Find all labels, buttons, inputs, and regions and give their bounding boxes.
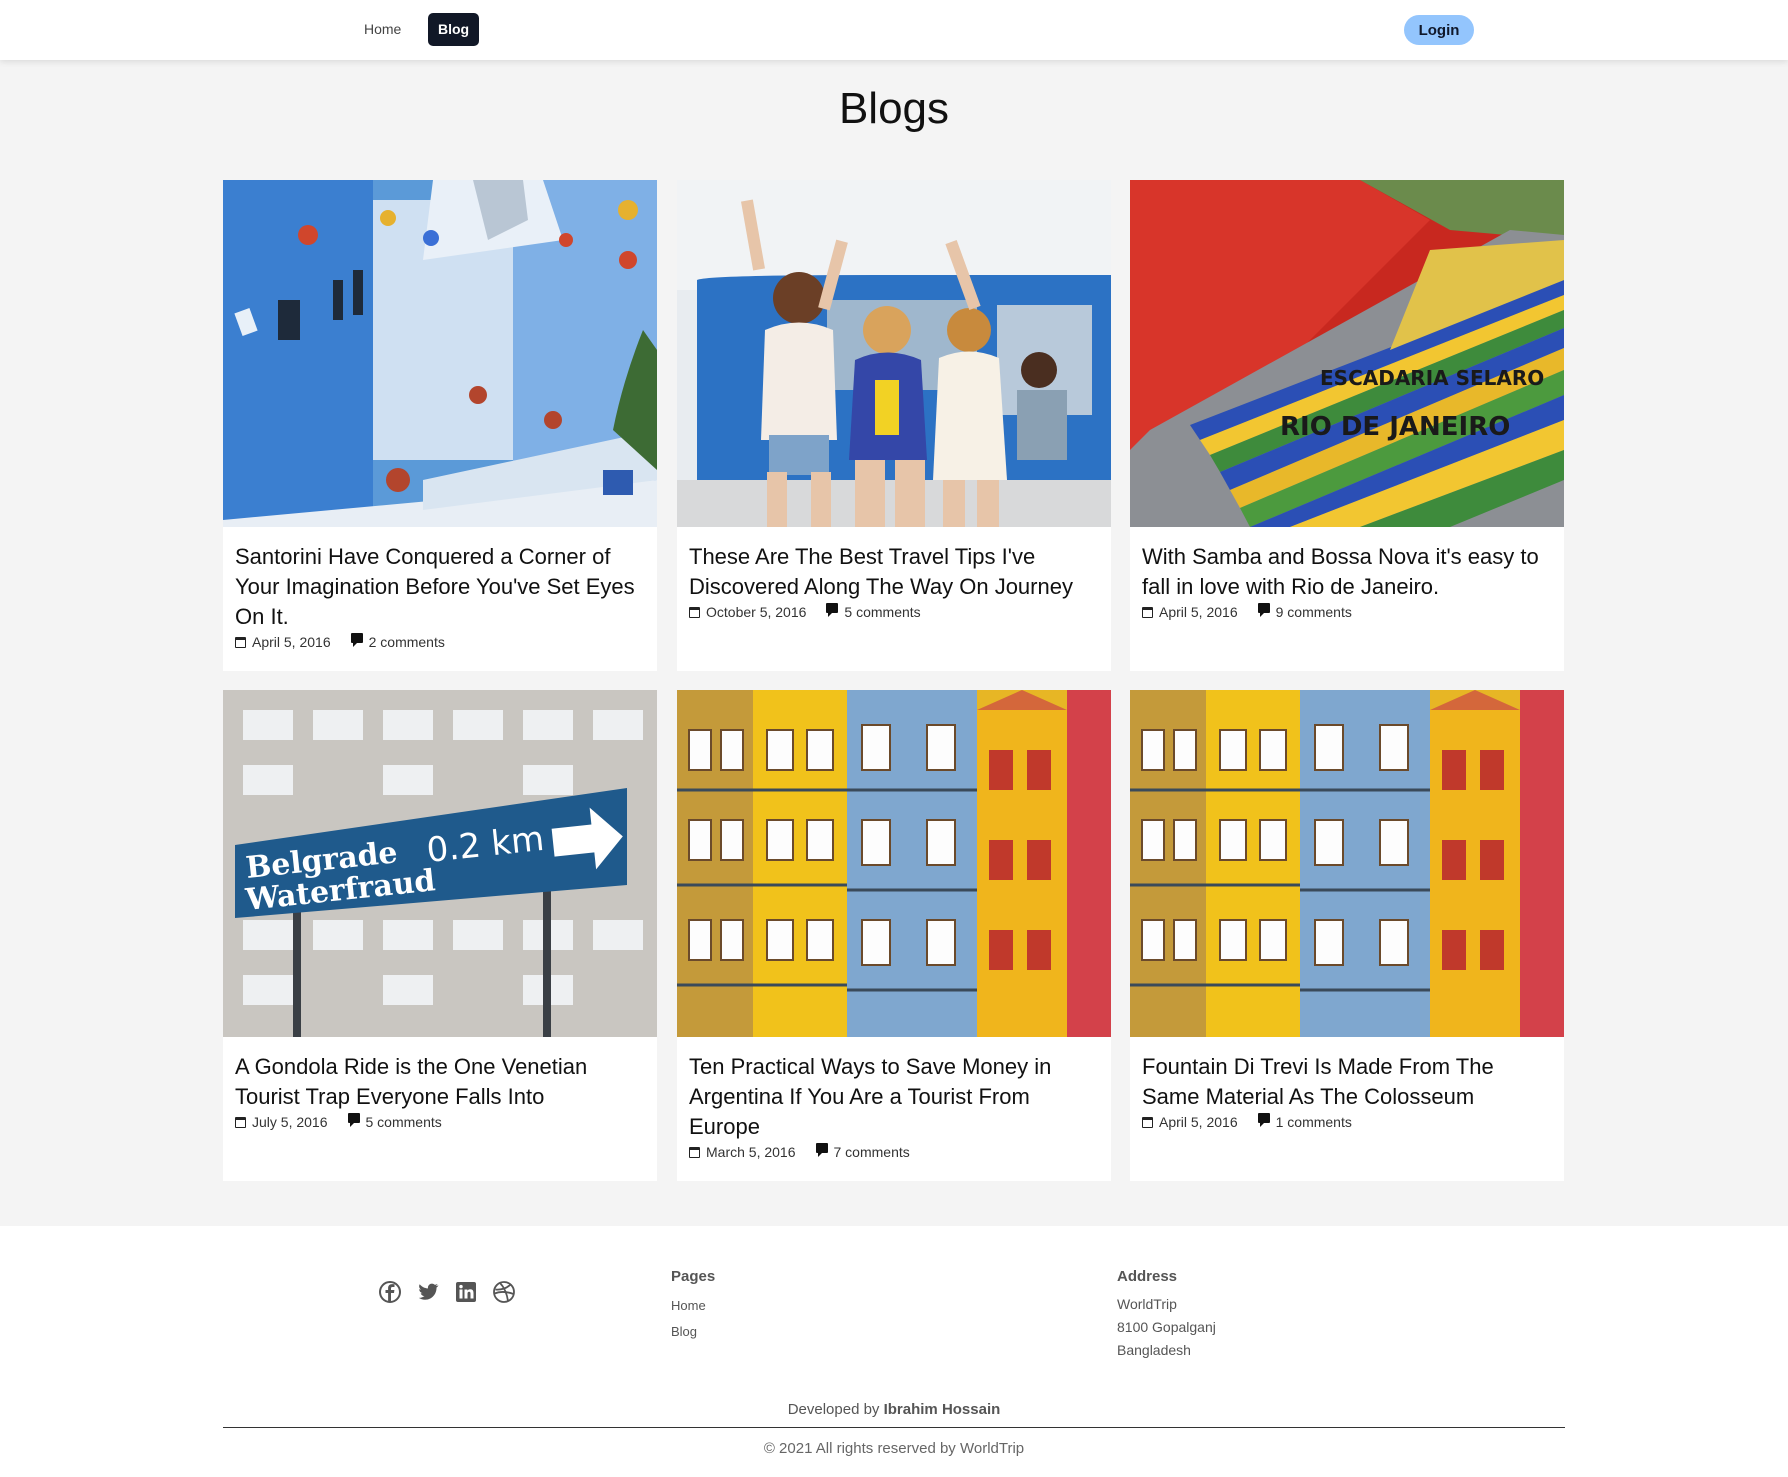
blog-card-meta: March 5, 2016 7 comments [689, 1142, 1101, 1162]
pages-heading: Pages [671, 1268, 716, 1285]
blog-card-image [1130, 690, 1564, 1037]
post-date: April 5, 2016 [235, 632, 331, 652]
address-line: 8100 Gopalganj [1117, 1319, 1216, 1335]
blog-card-title[interactable]: Ten Practical Ways to Save Money in Arge… [689, 1052, 1101, 1142]
facebook-icon[interactable] [378, 1280, 402, 1304]
post-comments: 9 comments [1257, 602, 1352, 622]
copyright-text: © 2021 All rights reserved by WorldTrip [763, 1440, 1025, 1457]
developer-name: Ibrahim Hossain [883, 1401, 1001, 1418]
twitter-icon[interactable] [416, 1280, 440, 1304]
post-date-text: April 5, 2016 [252, 634, 331, 650]
post-comments-text: 5 comments [365, 1114, 442, 1130]
page-title: Blogs [838, 84, 950, 133]
blog-card-body: Fountain Di Trevi Is Made From The Same … [1142, 1052, 1554, 1132]
blog-card-image: ESCADARIA SELARO RIO DE JANEIRO [1130, 180, 1564, 527]
post-comments: 7 comments [815, 1142, 910, 1162]
top-navbar: Home Blog Login [0, 0, 1788, 60]
blog-card-meta: April 5, 2016 9 comments [1142, 602, 1554, 622]
linkedin-icon[interactable] [454, 1280, 478, 1304]
blog-card-image [677, 180, 1111, 527]
social-links [378, 1280, 516, 1304]
nav-home-link[interactable]: Home [354, 13, 411, 46]
blog-card-image: Belgrade Waterfraud 0.2 km [223, 690, 657, 1037]
blog-card[interactable]: Santorini Have Conquered a Corner of You… [223, 180, 657, 671]
blog-card-title[interactable]: Fountain Di Trevi Is Made From The Same … [1142, 1052, 1554, 1112]
comment-icon [826, 603, 839, 617]
post-date: March 5, 2016 [689, 1142, 796, 1162]
post-comments-text: 7 comments [833, 1144, 910, 1160]
dribbble-icon[interactable] [492, 1280, 516, 1304]
post-comments-text: 2 comments [368, 634, 445, 650]
calendar-icon [235, 1116, 246, 1128]
blog-card-meta: April 5, 2016 2 comments [235, 632, 647, 652]
nav-blog-link[interactable]: Blog [428, 13, 480, 46]
blog-card-meta: October 5, 2016 5 comments [689, 602, 1101, 622]
footer-divider [223, 1427, 1565, 1428]
blog-card[interactable]: ESCADARIA SELARO RIO DE JANEIRO With Sam… [1130, 180, 1564, 671]
blog-card[interactable]: Ten Practical Ways to Save Money in Arge… [677, 690, 1111, 1181]
post-date-text: April 5, 2016 [1159, 1114, 1238, 1130]
comment-icon [1257, 603, 1270, 617]
post-comments: 5 comments [826, 602, 921, 622]
blog-card[interactable]: Fountain Di Trevi Is Made From The Same … [1130, 690, 1564, 1181]
post-date: April 5, 2016 [1142, 602, 1238, 622]
blog-card-title[interactable]: Santorini Have Conquered a Corner of You… [235, 542, 647, 632]
blog-card-body: A Gondola Ride is the One Venetian Touri… [235, 1052, 647, 1132]
comment-icon [815, 1143, 828, 1157]
post-date-text: April 5, 2016 [1159, 604, 1238, 620]
blog-card-title[interactable]: With Samba and Bossa Nova it's easy to f… [1142, 542, 1554, 602]
post-date-text: March 5, 2016 [706, 1144, 796, 1160]
post-date: October 5, 2016 [689, 602, 806, 622]
blog-card-image [677, 690, 1111, 1037]
blog-card[interactable]: Belgrade Waterfraud 0.2 km A Gondola Rid… [223, 690, 657, 1181]
address-line: Bangladesh [1117, 1342, 1191, 1358]
stairs-text-1: ESCADARIA SELARO [1320, 366, 1544, 390]
calendar-icon [235, 636, 246, 648]
calendar-icon [1142, 1116, 1153, 1128]
developed-by-prefix: Developed by [787, 1401, 880, 1418]
blog-card-body: Ten Practical Ways to Save Money in Arge… [689, 1052, 1101, 1162]
post-comments: 5 comments [347, 1112, 442, 1132]
login-button[interactable]: Login [1404, 15, 1474, 45]
blog-card-meta: July 5, 2016 5 comments [235, 1112, 647, 1132]
blog-card-body: With Samba and Bossa Nova it's easy to f… [1142, 542, 1554, 622]
calendar-icon [1142, 606, 1153, 618]
post-comments-text: 1 comments [1275, 1114, 1352, 1130]
comment-icon [347, 1113, 360, 1127]
post-date: April 5, 2016 [1142, 1112, 1238, 1132]
blog-card-body: Santorini Have Conquered a Corner of You… [235, 542, 647, 652]
site-footer: Pages Home Blog Address WorldTrip 8100 G… [0, 1226, 1788, 1477]
post-comments: 2 comments [350, 632, 445, 652]
footer-link-blog[interactable]: Blog [671, 1324, 697, 1339]
post-date-text: July 5, 2016 [252, 1114, 328, 1130]
calendar-icon [689, 1146, 700, 1158]
post-comments: 1 comments [1257, 1112, 1352, 1132]
blog-card-title[interactable]: These Are The Best Travel Tips I've Disc… [689, 542, 1101, 602]
post-comments-text: 5 comments [844, 604, 921, 620]
address-line: WorldTrip [1117, 1296, 1177, 1312]
stairs-text-2: RIO DE JANEIRO [1280, 412, 1510, 442]
blog-card[interactable]: These Are The Best Travel Tips I've Disc… [677, 180, 1111, 671]
blog-card-image [223, 180, 657, 527]
blog-card-body: These Are The Best Travel Tips I've Disc… [689, 542, 1101, 622]
calendar-icon [689, 606, 700, 618]
blog-card-title[interactable]: A Gondola Ride is the One Venetian Touri… [235, 1052, 647, 1112]
post-comments-text: 9 comments [1275, 604, 1352, 620]
address-heading: Address [1117, 1268, 1178, 1285]
blog-card-meta: April 5, 2016 1 comments [1142, 1112, 1554, 1132]
footer-link-home[interactable]: Home [671, 1298, 706, 1313]
developer-credit: Developed by Ibrahim Hossain [0, 1401, 1788, 1418]
post-date-text: October 5, 2016 [706, 604, 807, 620]
comment-icon [1257, 1113, 1270, 1127]
post-date: July 5, 2016 [235, 1112, 328, 1132]
comment-icon [350, 633, 363, 647]
